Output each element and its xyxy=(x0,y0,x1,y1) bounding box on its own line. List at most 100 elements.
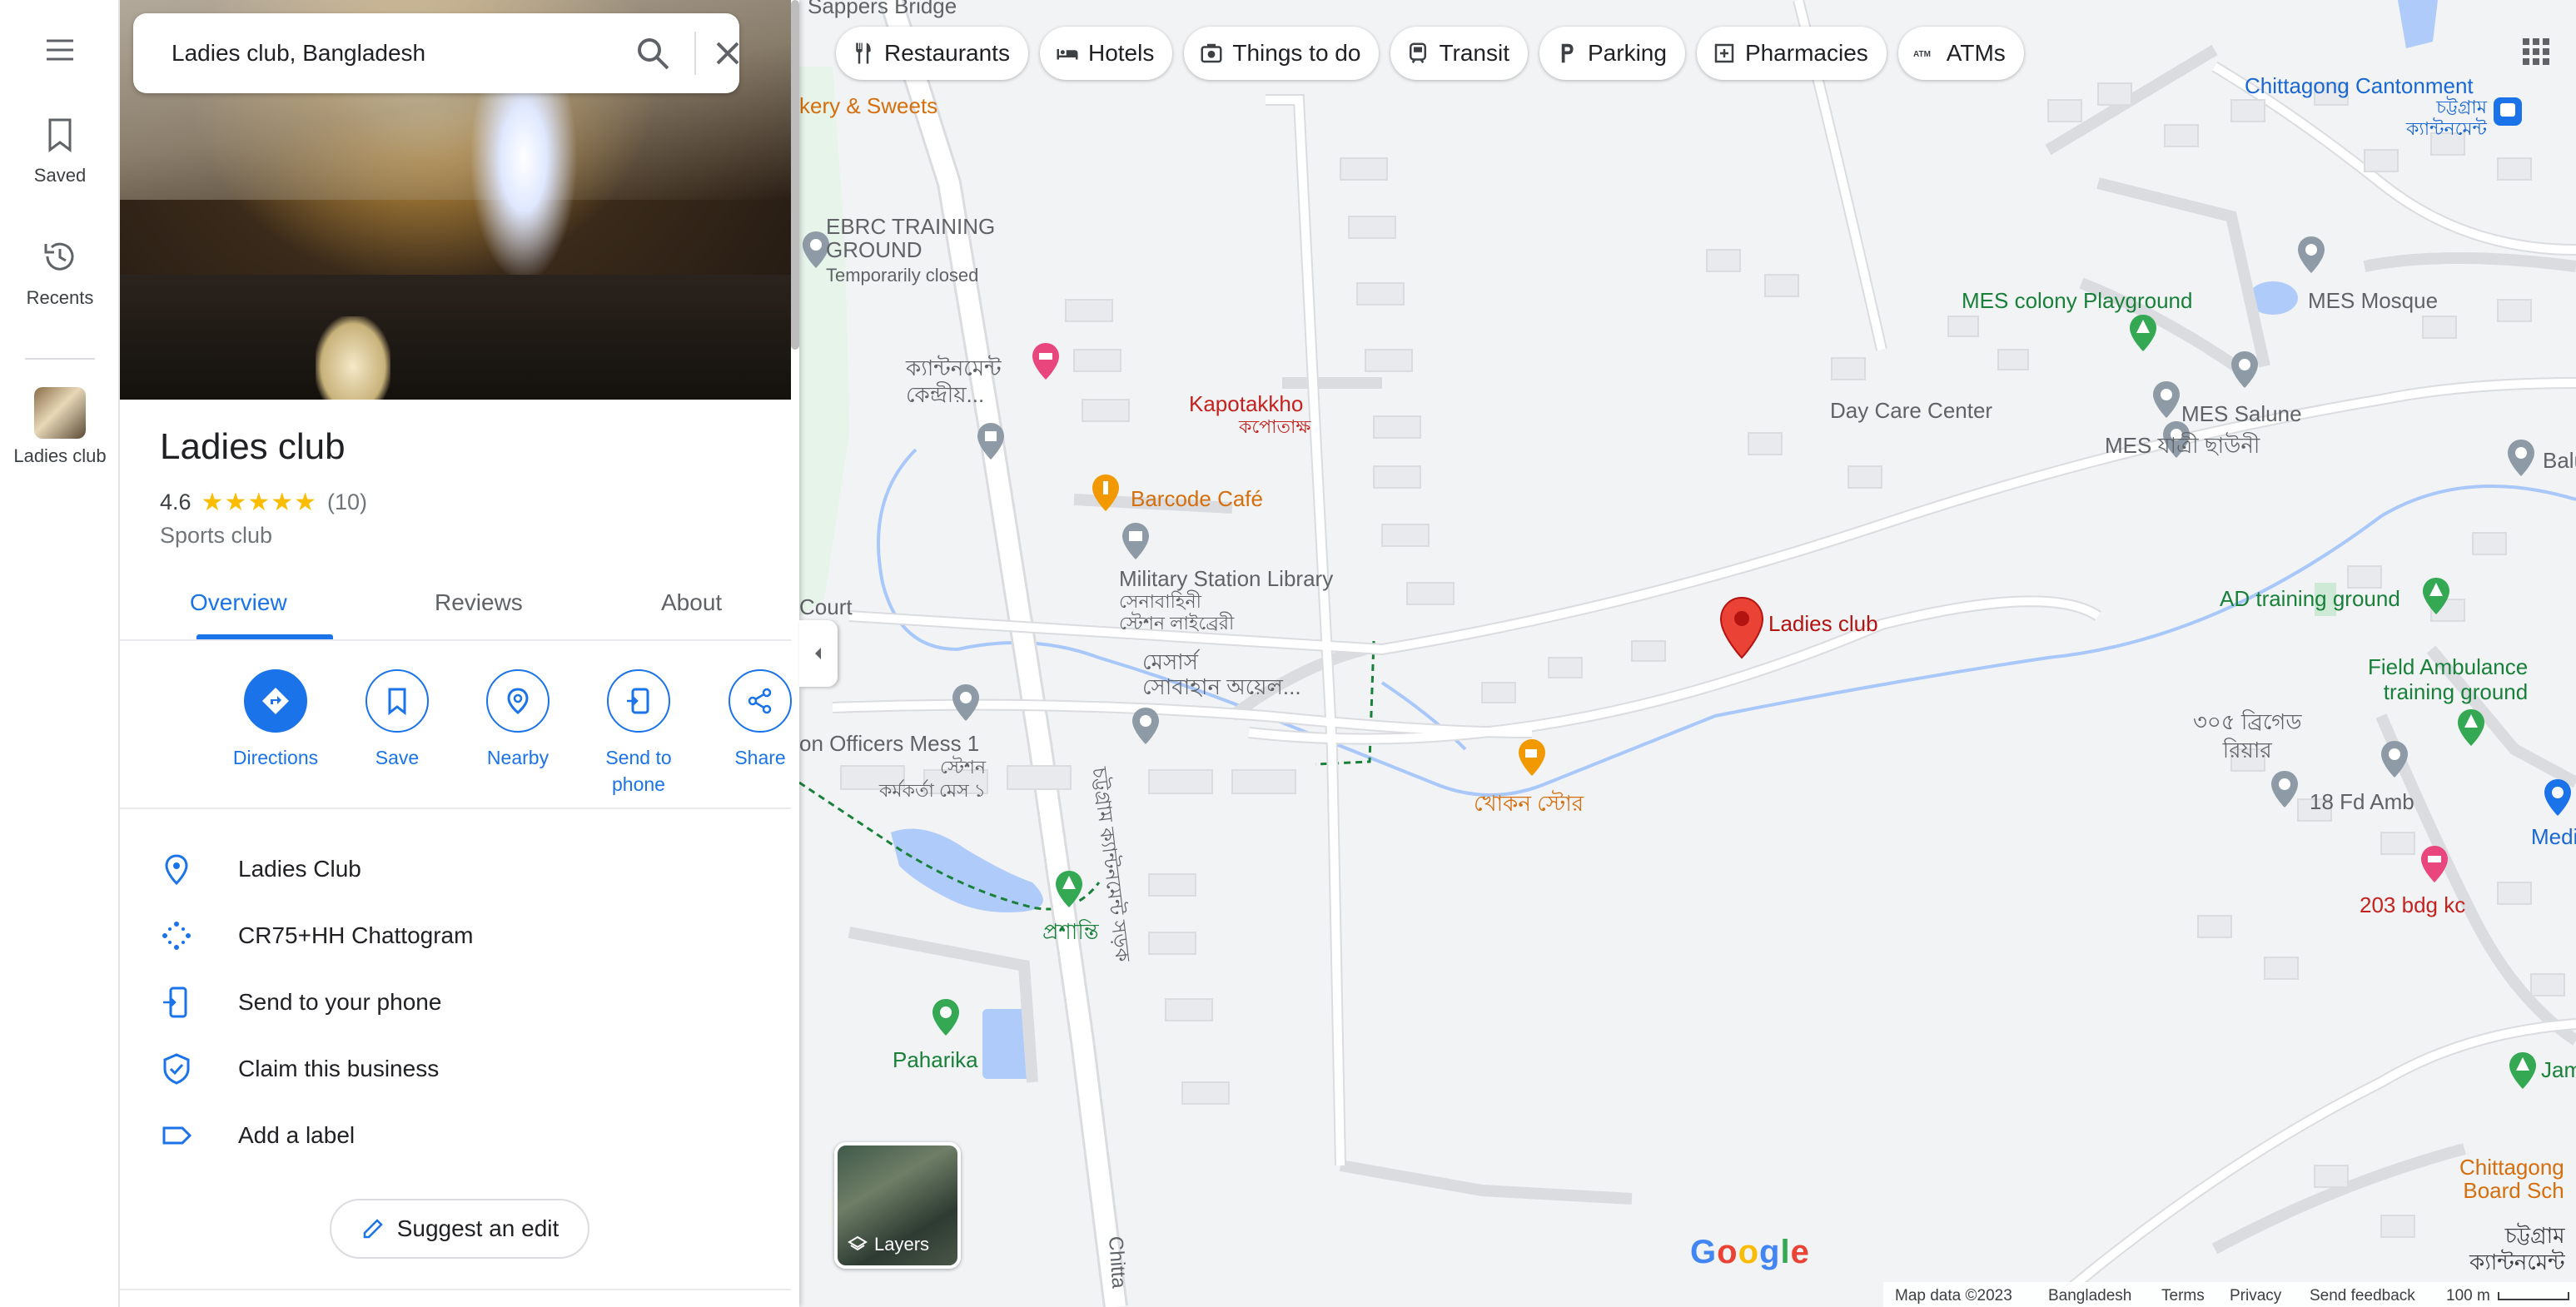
tab-about[interactable]: About xyxy=(661,589,722,616)
close-icon[interactable] xyxy=(708,33,748,73)
library-pin-icon[interactable] xyxy=(1121,521,1151,561)
section-divider xyxy=(120,1289,791,1290)
park-pin-icon[interactable] xyxy=(2421,576,2451,616)
map-label: 18 Fd Amb xyxy=(2310,789,2414,814)
rating-row: 4.6 ★★★★★ (10) xyxy=(160,488,367,517)
scale-label[interactable]: 100 m xyxy=(2446,1287,2490,1305)
layers-icon xyxy=(848,1235,868,1251)
map-label: Kapotakkho xyxy=(1189,391,1304,416)
claim-business-text: Claim this business xyxy=(238,1056,440,1081)
park-pin-icon[interactable] xyxy=(2128,313,2158,353)
country-link[interactable]: Bangladesh xyxy=(2048,1287,2131,1305)
chip-pharmacies[interactable]: Pharmacies xyxy=(1696,27,1887,80)
claim-business-row[interactable]: Claim this business xyxy=(120,1036,791,1102)
svg-text:ATM: ATM xyxy=(1913,50,1931,59)
chip-label: Things to do xyxy=(1232,40,1361,66)
recent-place-thumbnail xyxy=(34,387,86,439)
map-label: Temporarily closed xyxy=(826,265,979,286)
save-label: Save xyxy=(375,747,420,768)
landmark-pin-icon[interactable] xyxy=(951,683,981,723)
suggest-edit-button[interactable]: Suggest an edit xyxy=(330,1199,589,1259)
chip-transit[interactable]: Transit xyxy=(1390,27,1528,80)
layers-label: Layers xyxy=(874,1234,930,1255)
mosque-pin-icon[interactable] xyxy=(2296,235,2326,275)
recent-place-label: Ladies club xyxy=(13,445,107,466)
terms-link[interactable]: Terms xyxy=(2161,1287,2205,1305)
send-feedback-link[interactable]: Send feedback xyxy=(2310,1287,2415,1305)
selected-place-marker-icon[interactable] xyxy=(1718,596,1765,659)
landmark-pin-icon[interactable] xyxy=(2151,380,2181,420)
train-icon xyxy=(1410,42,1427,63)
map-label: মেসার্স সোবাহান অয়েল... xyxy=(1142,649,1301,699)
pharmacy-icon xyxy=(1714,43,1734,63)
chip-hotels[interactable]: Hotels xyxy=(1039,27,1173,80)
review-count[interactable]: (10) xyxy=(327,490,367,515)
plus-code-row[interactable]: CR75+HH Chattogram xyxy=(120,902,791,969)
place-category[interactable]: Sports club xyxy=(160,523,272,549)
school-pin-icon[interactable] xyxy=(2506,438,2536,478)
park-pin-icon[interactable] xyxy=(2508,1051,2538,1091)
share-button[interactable]: Share xyxy=(702,669,799,771)
map-label: Field Ambulance training ground xyxy=(2368,654,2529,704)
landmark-pin-icon[interactable] xyxy=(2230,350,2260,390)
hotel-pin-icon[interactable] xyxy=(2419,844,2449,884)
menu-button[interactable] xyxy=(0,33,120,75)
collapse-panel-button[interactable] xyxy=(799,620,838,687)
map-label: Paharika xyxy=(893,1047,978,1072)
map-canvas[interactable]: Sappers Bridge kery & Sweets EBRC TRAINI… xyxy=(799,0,2576,1307)
tab-overview[interactable]: Overview xyxy=(190,589,287,616)
landmark-pin-icon[interactable] xyxy=(976,421,1006,461)
add-label-row[interactable]: Add a label xyxy=(120,1102,791,1169)
recents-label: Recents xyxy=(26,287,94,308)
left-rail: Saved Recents Ladies club xyxy=(0,0,120,1307)
chip-label: Hotels xyxy=(1087,40,1155,66)
park-pin-icon[interactable] xyxy=(1054,869,1084,909)
map-label: Sappers Bridge xyxy=(808,0,957,18)
save-button[interactable]: Save xyxy=(339,669,455,771)
park-pin-icon[interactable] xyxy=(2456,708,2486,748)
landmark-pin-icon[interactable] xyxy=(2270,769,2300,809)
chip-restaurants[interactable]: Restaurants xyxy=(836,27,1028,80)
landmark-pin-icon[interactable] xyxy=(2380,739,2409,779)
selected-place-label[interactable]: Ladies club xyxy=(1768,611,1878,636)
landmark-pin-icon[interactable] xyxy=(1131,706,1161,746)
chip-atms[interactable]: ATM ATMs xyxy=(1897,27,2024,80)
hotel-pin-icon[interactable] xyxy=(1031,341,1061,381)
park-pin-icon[interactable] xyxy=(931,997,961,1037)
map-label: MES যাত্রী ছাউনী xyxy=(2105,433,2260,458)
share-label: Share xyxy=(734,747,786,768)
privacy-link[interactable]: Privacy xyxy=(2230,1287,2281,1305)
nearby-search-icon xyxy=(507,688,529,714)
transit-station-icon[interactable] xyxy=(2493,97,2523,127)
saved-button[interactable]: Saved xyxy=(0,117,120,186)
map-label: Court xyxy=(799,594,853,619)
restaurant-pin-icon[interactable] xyxy=(1091,473,1121,513)
medical-pin-icon[interactable] xyxy=(2543,778,2573,817)
layers-button[interactable]: Layers xyxy=(834,1142,961,1269)
chip-label: Restaurants xyxy=(884,40,1010,66)
map-label: Barcode Café xyxy=(1131,486,1263,511)
directions-button[interactable]: Directions xyxy=(217,669,334,771)
chip-parking[interactable]: Parking xyxy=(1539,27,1685,80)
chip-things-to-do[interactable]: Things to do xyxy=(1184,27,1380,80)
recents-button[interactable]: Recents xyxy=(0,237,120,309)
add-label-text: Add a label xyxy=(238,1122,356,1148)
bookmark-icon xyxy=(48,118,72,152)
send-to-phone-row[interactable]: Send to your phone xyxy=(120,969,791,1036)
cafe-pin-icon[interactable] xyxy=(1517,738,1547,778)
map-label: Chittagong Cantonment xyxy=(2245,73,2474,98)
tab-reviews[interactable]: Reviews xyxy=(435,589,523,616)
map-label: Medi xyxy=(2531,824,2576,849)
search-input[interactable] xyxy=(172,35,604,72)
plus-code-text: CR75+HH Chattogram xyxy=(238,922,474,948)
apps-grid-icon[interactable] xyxy=(2519,35,2553,68)
plus-code-icon xyxy=(162,922,191,950)
chip-label: Pharmacies xyxy=(1744,40,1868,66)
address-row[interactable]: Ladies Club xyxy=(120,836,791,902)
search-icon[interactable] xyxy=(633,33,673,73)
send-to-phone-button[interactable]: Send to phone xyxy=(580,669,697,798)
nearby-button[interactable]: Nearby xyxy=(460,669,576,771)
recent-place-item[interactable]: Ladies club xyxy=(0,387,120,467)
location-pin-icon xyxy=(165,854,188,886)
panel-scrollbar[interactable] xyxy=(791,0,799,350)
